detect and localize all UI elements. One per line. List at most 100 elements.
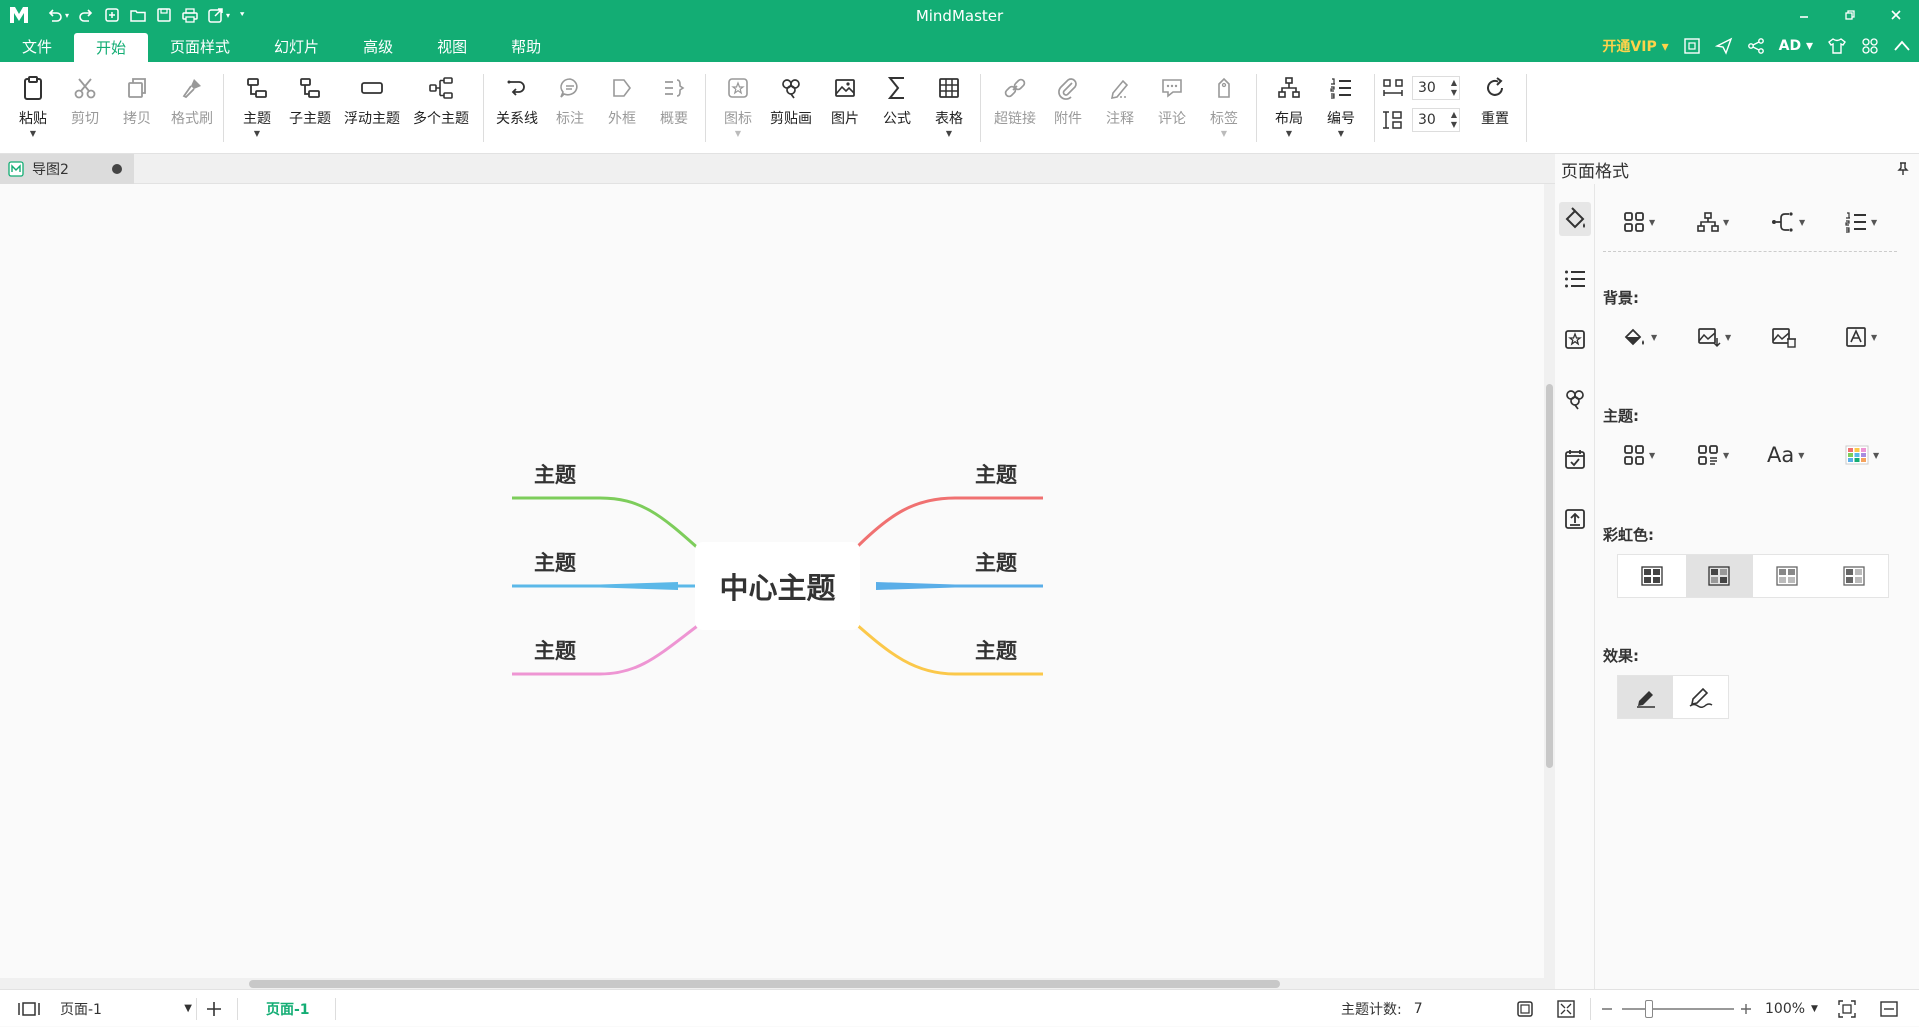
reset-button[interactable]: 重置	[1476, 62, 1514, 154]
topic-node-right-2[interactable]: 主题	[975, 547, 1017, 577]
hyperlink-button[interactable]: 超链接	[989, 62, 1041, 154]
sidebar-item-outline[interactable]	[1559, 262, 1591, 296]
redo-button[interactable]	[75, 4, 97, 26]
add-page-button[interactable]	[205, 990, 223, 1027]
fit-width-button[interactable]	[1880, 990, 1898, 1027]
vertical-scroll-thumb[interactable]	[1546, 384, 1553, 768]
vip-button[interactable]: 开通VIP ▾	[1602, 36, 1668, 56]
background-color-dropdown[interactable]: ▼	[1623, 322, 1657, 352]
numbering-button[interactable]: 编号 ▼	[1322, 62, 1360, 154]
skin-button[interactable]	[1827, 37, 1847, 55]
new-button[interactable]	[101, 4, 123, 26]
menu-page-style[interactable]: 页面样式	[148, 30, 252, 62]
connector-style-dropdown[interactable]: ▼	[1771, 207, 1805, 237]
pin-panel-button[interactable]	[1897, 162, 1909, 176]
collapse-ribbon-button[interactable]	[1893, 37, 1911, 55]
document-tab[interactable]: 导图2	[0, 154, 134, 184]
spinner-arrows-icon[interactable]: ▲ ▼	[1451, 110, 1457, 130]
horizontal-scrollbar[interactable]	[0, 978, 1544, 989]
numbering-style-dropdown[interactable]: ▼	[1845, 207, 1877, 237]
watermark-dropdown[interactable]: ▼	[1845, 322, 1877, 352]
paste-button[interactable]: 粘贴 ▼	[14, 62, 52, 154]
spinner-arrows-icon[interactable]: ▲ ▼	[1451, 78, 1457, 98]
horizontal-spacing-input[interactable]: 30 ▲ ▼	[1412, 76, 1460, 100]
sidebar-item-page-format[interactable]	[1559, 202, 1591, 236]
share-button[interactable]	[1747, 37, 1765, 55]
apps-button[interactable]	[1861, 37, 1879, 55]
menu-view[interactable]: 视图	[415, 30, 489, 62]
minimize-button[interactable]	[1781, 0, 1827, 30]
structure-dropdown[interactable]: ▼	[1697, 207, 1729, 237]
menu-advanced[interactable]: 高级	[341, 30, 415, 62]
topic-node-left-1[interactable]: 主题	[534, 459, 576, 489]
layout-button[interactable]: 布局 ▼	[1270, 62, 1308, 154]
unsaved-indicator[interactable]	[112, 164, 122, 174]
fullscreen-button[interactable]	[1683, 37, 1701, 55]
theme-dropdown[interactable]: ▼	[1623, 440, 1655, 470]
print-button[interactable]	[179, 4, 201, 26]
rainbow-option-2[interactable]	[1685, 555, 1753, 597]
topic-node-left-3[interactable]: 主题	[534, 635, 576, 665]
sidebar-item-icons[interactable]	[1559, 322, 1591, 356]
vertical-spacing-input[interactable]: 30 ▲ ▼	[1412, 108, 1460, 132]
floating-topic-button[interactable]: 浮动主题	[341, 62, 403, 154]
theme-color-dropdown[interactable]: ▼	[1845, 440, 1879, 470]
attachment-button[interactable]: 附件	[1049, 62, 1087, 154]
boundary-button[interactable]: 外框	[603, 62, 641, 154]
theme-style-dropdown[interactable]: ▼	[1697, 440, 1729, 470]
subtopic-button[interactable]: 子主题	[284, 62, 336, 154]
zoom-slider-handle[interactable]	[1645, 1000, 1653, 1018]
export-button[interactable]: ▾	[205, 4, 232, 26]
topic-node-right-1[interactable]: 主题	[975, 459, 1017, 489]
topic-node-right-3[interactable]: 主题	[975, 635, 1017, 665]
sidebar-item-tasks[interactable]	[1559, 442, 1591, 476]
rainbow-option-4[interactable]	[1821, 555, 1889, 597]
map-layout-dropdown[interactable]: ▼	[1623, 207, 1655, 237]
sidebar-item-upload[interactable]	[1559, 502, 1591, 536]
format-painter-button[interactable]: 格式刷	[166, 62, 218, 154]
close-button[interactable]	[1873, 0, 1919, 30]
sidebar-item-clipart[interactable]	[1559, 382, 1591, 416]
picture-button[interactable]: 图片	[826, 62, 864, 154]
multiple-topics-button[interactable]: 多个主题	[410, 62, 472, 154]
user-account-button[interactable]: AD ▾	[1779, 38, 1813, 54]
zoom-out-button[interactable]	[1600, 990, 1614, 1027]
page-select[interactable]: 页面-1 ▼	[56, 990, 196, 1027]
save-button[interactable]	[153, 4, 175, 26]
background-image-dropdown[interactable]: ▼	[1697, 322, 1731, 352]
zoom-slider[interactable]	[1622, 1008, 1734, 1010]
summary-button[interactable]: 概要	[655, 62, 693, 154]
undo-button[interactable]: ▾	[44, 4, 71, 26]
note-button[interactable]: 注释	[1101, 62, 1139, 154]
menu-file[interactable]: 文件	[0, 30, 74, 62]
send-button[interactable]	[1714, 37, 1733, 55]
rainbow-option-3[interactable]	[1753, 555, 1821, 597]
table-button[interactable]: 表格 ▼	[930, 62, 968, 154]
menu-help[interactable]: 帮助	[489, 30, 563, 62]
callout-button[interactable]: 标注	[551, 62, 589, 154]
theme-font-dropdown[interactable]: Aa ▼	[1767, 440, 1804, 470]
formula-button[interactable]: 公式	[878, 62, 916, 154]
relationship-button[interactable]: 关系线	[492, 62, 542, 154]
restore-button[interactable]	[1827, 0, 1873, 30]
cut-button[interactable]: 剪切	[66, 62, 104, 154]
mindmap-canvas[interactable]: 主题 主题 主题 主题 主题 主题 中心主题	[0, 184, 1544, 989]
central-topic-node[interactable]: 中心主题	[695, 542, 860, 630]
comment-button[interactable]: 评论	[1153, 62, 1191, 154]
effect-normal-option[interactable]	[1618, 676, 1673, 718]
tag-button[interactable]: 标签 ▼	[1205, 62, 1243, 154]
zoom-in-button[interactable]	[1739, 990, 1753, 1027]
effect-handdrawn-option[interactable]	[1673, 676, 1728, 718]
horizontal-scroll-thumb[interactable]	[249, 980, 1280, 988]
fit-window-button[interactable]	[1838, 990, 1856, 1027]
remove-background-button[interactable]	[1771, 322, 1797, 352]
icon-button[interactable]: 图标 ▼	[719, 62, 757, 154]
page-panel-toggle[interactable]	[18, 990, 40, 1027]
customize-quick-access-button[interactable]: ⯆	[236, 4, 247, 26]
fullscreen-button[interactable]	[1557, 990, 1575, 1027]
zoom-level-dropdown[interactable]: 100% ▼	[1765, 990, 1818, 1027]
vertical-scrollbar[interactable]	[1544, 184, 1555, 989]
clipart-button[interactable]: 剪贴画	[767, 62, 815, 154]
fit-page-button[interactable]	[1516, 990, 1534, 1027]
rainbow-option-1[interactable]	[1618, 555, 1686, 597]
